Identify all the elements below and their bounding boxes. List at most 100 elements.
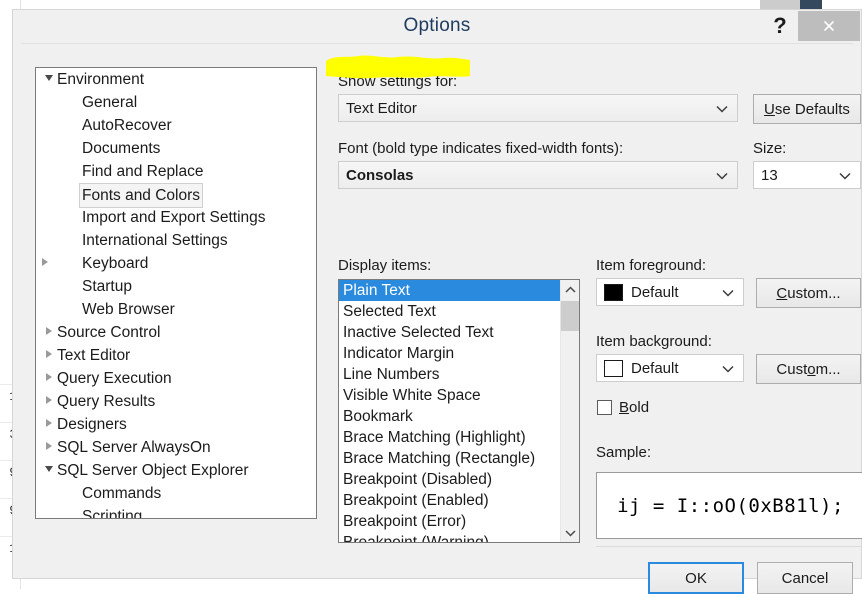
display-item[interactable]: Breakpoint (Error)	[339, 511, 562, 532]
display-item[interactable]: Bookmark	[339, 406, 562, 427]
tree-expanded-arrow-icon[interactable]	[40, 459, 58, 482]
display-item[interactable]: Selected Text	[339, 301, 562, 322]
tree-item-label: Designers	[57, 416, 127, 433]
display-items-listbox[interactable]: Plain Text Selected Text Inactive Selected…	[338, 279, 580, 543]
display-item[interactable]: Brace Matching (Highlight)	[339, 427, 562, 448]
tree-item[interactable]: Keyboard	[36, 252, 316, 275]
tree-item-label: Web Browser	[82, 301, 175, 318]
font-label: Font (bold type indicates fixed-width fo…	[338, 140, 624, 157]
tree-item[interactable]: Import and Export Settings	[36, 206, 316, 229]
cancel-button[interactable]: Cancel	[757, 562, 853, 594]
scroll-up-button[interactable]	[561, 280, 579, 298]
triangle-right-icon	[46, 396, 52, 405]
display-item[interactable]: Line Numbers	[339, 364, 562, 385]
scrollbar-thumb[interactable]	[561, 301, 579, 331]
display-item[interactable]: Inactive Selected Text	[339, 322, 562, 343]
display-item[interactable]: Visible White Space	[339, 385, 562, 406]
foreground-custom-label: Custom...	[776, 284, 841, 302]
sample-preview-box: ij = I::oO(0xB81l);	[596, 472, 862, 539]
item-background-value: Default	[631, 359, 679, 377]
sample-separator	[596, 546, 862, 547]
display-item[interactable]: Plain Text	[339, 280, 562, 301]
tree-item[interactable]: Designers	[36, 413, 316, 436]
show-settings-for-combobox[interactable]: Text Editor	[338, 94, 738, 122]
tree-item-label: Import and Export Settings	[82, 209, 266, 226]
tree-item-label: Keyboard	[82, 255, 149, 272]
foreground-color-swatch	[604, 283, 623, 301]
show-settings-for-value: Text Editor	[346, 99, 417, 117]
tree-item[interactable]: Query Results	[36, 390, 316, 413]
help-button[interactable]: ?	[767, 12, 793, 40]
foreground-custom-button[interactable]: Custom...	[756, 278, 861, 308]
tree-collapsed-arrow-icon[interactable]	[40, 321, 58, 344]
item-foreground-label: Item foreground:	[596, 257, 707, 274]
display-item[interactable]: Breakpoint (Warning)	[339, 532, 562, 542]
triangle-right-icon	[46, 373, 52, 382]
chevron-down-icon	[716, 105, 728, 113]
item-background-label: Item background:	[596, 333, 712, 350]
tree-collapsed-arrow-icon[interactable]	[40, 436, 58, 459]
tree-item[interactable]: SQL Server Object Explorer	[36, 459, 316, 482]
background-custom-button[interactable]: Custom...	[756, 354, 861, 384]
tree-item-label: Query Results	[57, 393, 156, 410]
options-dialog: Options ? Environment General AutoRecover D…	[12, 9, 862, 594]
chevron-down-icon	[565, 529, 576, 537]
tree-collapsed-arrow-icon[interactable]	[40, 367, 58, 390]
show-settings-for-label: Show settings for:	[338, 73, 458, 90]
tree-item[interactable]: Find and Replace	[36, 160, 316, 183]
tree-collapsed-arrow-icon[interactable]	[40, 413, 58, 436]
sample-label: Sample:	[596, 444, 652, 461]
tree-item-label: Environment	[57, 71, 145, 88]
use-defaults-label: Use Defaults	[764, 100, 850, 118]
chevron-down-icon	[722, 365, 734, 373]
tree-item[interactable]: Source Control	[36, 321, 316, 344]
scroll-down-button[interactable]	[561, 524, 579, 542]
display-items-scrollbar[interactable]	[560, 280, 579, 542]
question-mark-icon: ?	[773, 13, 787, 38]
tree-item[interactable]: International Settings	[36, 229, 316, 252]
tree-collapsed-arrow-icon[interactable]	[36, 252, 54, 275]
tree-collapsed-arrow-icon[interactable]	[40, 344, 58, 367]
tree-collapsed-arrow-icon[interactable]	[40, 390, 58, 413]
display-items-list-inner: Plain Text Selected Text Inactive Selected…	[339, 280, 562, 542]
tree-expanded-arrow-icon[interactable]	[40, 68, 58, 91]
display-item[interactable]: Brace Matching (Rectangle)	[339, 448, 562, 469]
dialog-titlebar: Options ?	[13, 10, 861, 44]
tree-item[interactable]: Commands	[36, 482, 316, 505]
tree-item[interactable]: Startup	[36, 275, 316, 298]
tree-item[interactable]: Query Execution	[36, 367, 316, 390]
item-foreground-combobox[interactable]: Default	[596, 278, 744, 306]
display-item[interactable]: Breakpoint (Enabled)	[339, 490, 562, 511]
display-item[interactable]: Indicator Margin	[339, 343, 562, 364]
sample-text: ij = I::oO(0xB81l);	[617, 494, 844, 517]
use-defaults-button[interactable]: Use Defaults	[753, 94, 861, 124]
display-item[interactable]: Breakpoint (Disabled)	[339, 469, 562, 490]
ok-button[interactable]: OK	[648, 562, 744, 594]
triangle-right-icon	[42, 258, 48, 267]
triangle-right-icon	[46, 442, 52, 451]
tree-item[interactable]: General	[36, 91, 316, 114]
font-size-value: 13	[761, 166, 778, 184]
bold-checkbox[interactable]	[597, 400, 612, 415]
tree-item[interactable]: Environment	[36, 68, 316, 91]
tree-item[interactable]: SQL Server AlwaysOn	[36, 436, 316, 459]
settings-category-tree[interactable]: Environment General AutoRecover Documents Fi…	[35, 67, 317, 519]
close-button[interactable]	[798, 11, 860, 41]
tree-item[interactable]: Fonts and Colors	[36, 183, 316, 208]
tree-item-label: Startup	[82, 278, 132, 295]
font-combobox[interactable]: Consolas	[338, 161, 738, 189]
tree-item[interactable]: Scripting	[36, 505, 316, 519]
tree-item-label: Find and Replace	[82, 163, 204, 180]
tree-item[interactable]: AutoRecover	[36, 114, 316, 137]
tree-item[interactable]: Text Editor	[36, 344, 316, 367]
tree-item-label: Scripting	[82, 508, 143, 519]
triangle-right-icon	[46, 419, 52, 428]
item-background-combobox[interactable]: Default	[596, 354, 744, 382]
dialog-body: Environment General AutoRecover Documents Fi…	[21, 43, 862, 594]
tree-item[interactable]: Documents	[36, 137, 316, 160]
chevron-down-icon	[722, 289, 734, 297]
font-size-combobox[interactable]: 13	[753, 161, 861, 189]
bold-label[interactable]: Bold	[619, 399, 649, 416]
tree-item[interactable]: Web Browser	[36, 298, 316, 321]
tree-item-label: SQL Server AlwaysOn	[57, 439, 211, 456]
